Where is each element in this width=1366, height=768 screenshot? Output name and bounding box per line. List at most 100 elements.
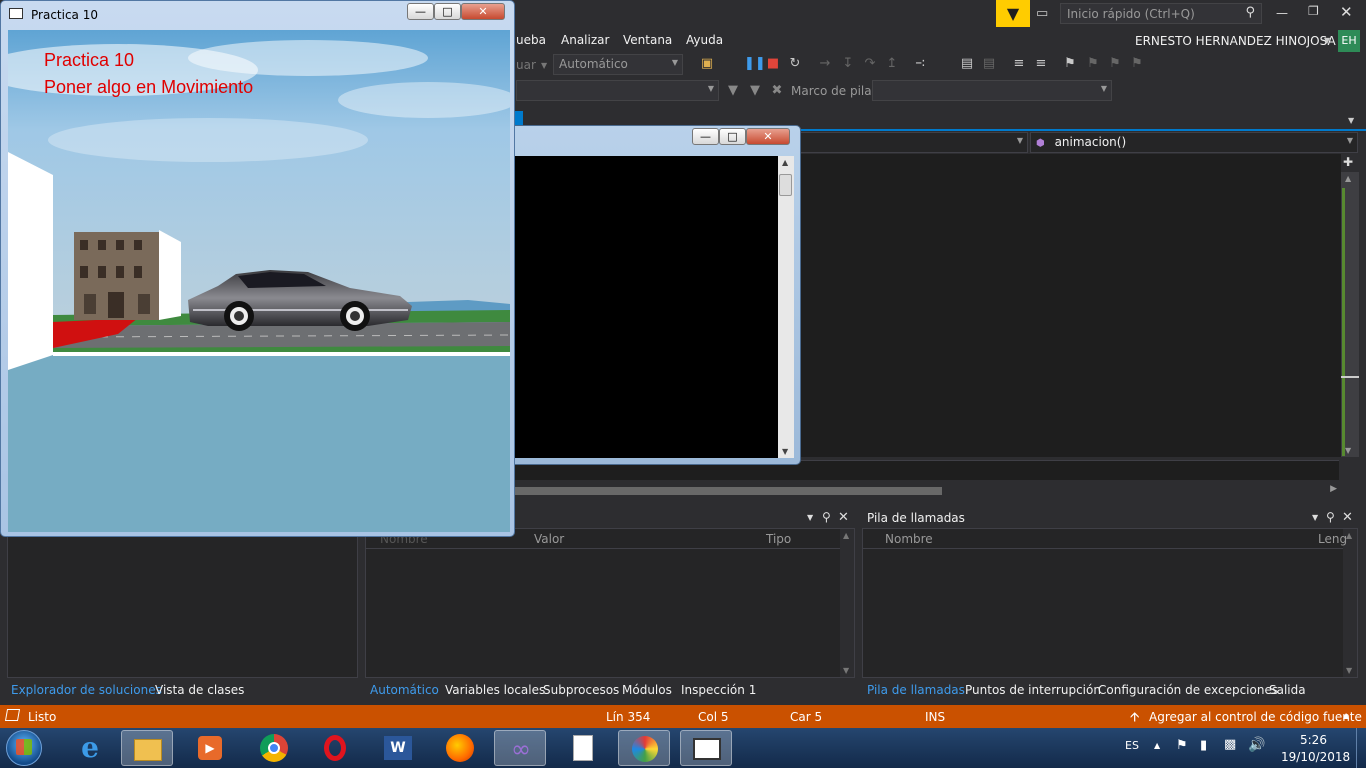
callstack-column-language[interactable]: Leng: [1318, 532, 1347, 546]
tab-solution-explorer[interactable]: Explorador de soluciones: [6, 680, 167, 700]
callstack-column-name[interactable]: Nombre: [885, 532, 933, 546]
scroll-up-icon[interactable]: ▲: [843, 531, 849, 540]
clock-time[interactable]: 5:26: [1300, 733, 1327, 747]
source-control-menu-icon[interactable]: ▲: [1343, 711, 1349, 720]
tab-exception-settings[interactable]: Configuración de excepciones: [1093, 680, 1283, 700]
taskbar-word[interactable]: W: [372, 730, 424, 766]
language-indicator[interactable]: ES: [1125, 739, 1139, 752]
editor-split-icon[interactable]: ✚: [1343, 155, 1357, 169]
gl-maximize-button[interactable]: □: [434, 3, 461, 20]
gl-viewport[interactable]: Practica 10 Poner algo en Movimiento: [8, 30, 510, 532]
stop-icon[interactable]: ■: [766, 57, 780, 71]
volume-icon[interactable]: 🔊: [1248, 737, 1265, 753]
network-signal-icon[interactable]: ▩: [1224, 737, 1236, 752]
step-out-icon[interactable]: ↥: [885, 57, 899, 71]
pause-icon[interactable]: ❚❚: [744, 57, 766, 71]
prev-bookmark-icon[interactable]: ⚑: [1086, 57, 1100, 71]
console-maximize-button[interactable]: □: [719, 128, 746, 145]
tab-output[interactable]: Salida: [1264, 680, 1311, 700]
console-close-button[interactable]: ✕: [746, 128, 790, 145]
taskbar-opengl-app[interactable]: [680, 730, 732, 766]
tab-threads[interactable]: Subprocesos: [538, 680, 624, 700]
thread-icon[interactable]: ▤: [960, 57, 974, 71]
action-center-flag-icon[interactable]: ⚑: [1176, 738, 1188, 753]
bookmark-icon[interactable]: ⚑: [1063, 57, 1077, 71]
feedback-icon[interactable]: ▭: [1036, 6, 1052, 21]
comment-icon[interactable]: ≡: [1012, 57, 1026, 71]
taskbar-blank-document[interactable]: [557, 730, 609, 766]
show-hidden-icons[interactable]: ▲: [1154, 741, 1160, 750]
member-dropdown[interactable]: ⬢ animacion() ▼: [1030, 132, 1358, 153]
hex-display-icon[interactable]: ∹: [913, 57, 927, 71]
scope-dropdown[interactable]: ▼: [800, 132, 1028, 153]
show-desktop-button[interactable]: [1356, 728, 1366, 768]
console-minimize-button[interactable]: —: [692, 128, 719, 145]
avatar[interactable]: EH: [1338, 30, 1360, 52]
source-control-up-icon[interactable]: 🡩: [1130, 708, 1139, 730]
taskbar-internet-explorer[interactable]: e: [64, 730, 116, 766]
menu-analizar[interactable]: Analizar: [561, 33, 609, 47]
menu-ayuda[interactable]: Ayuda: [686, 33, 723, 47]
scroll-up-icon[interactable]: ▲: [1345, 174, 1351, 183]
taskbar-file-explorer[interactable]: [121, 730, 173, 766]
taskbar-visual-studio[interactable]: ∞: [494, 730, 546, 766]
scroll-down-icon[interactable]: ▼: [1345, 446, 1351, 455]
tab-call-stack[interactable]: Pila de llamadas: [862, 680, 970, 700]
console-scroll-thumb[interactable]: [779, 174, 792, 196]
solution-config-dropdown[interactable]: Automático ▼: [553, 54, 683, 75]
autos-pin-icon[interactable]: ⚲: [822, 510, 831, 524]
callstack-scrollbar[interactable]: ▲ ▼: [1343, 529, 1357, 677]
step-over-icon[interactable]: ↷: [863, 57, 877, 71]
scroll-right-icon[interactable]: ▶: [1330, 484, 1337, 494]
process-dropdown[interactable]: ▼: [516, 80, 719, 101]
scroll-down-icon[interactable]: ▼: [843, 666, 849, 675]
taskbar-opera[interactable]: [310, 730, 362, 766]
callstack-close-icon[interactable]: ✕: [1342, 510, 1353, 525]
editor-horizontal-scrollbar[interactable]: ▶: [513, 483, 1341, 499]
tab-modules[interactable]: Módulos: [617, 680, 677, 700]
quick-launch-box[interactable]: Inicio rápido (Ctrl+Q) ⚲: [1060, 3, 1262, 24]
vs-minimize-button[interactable]: —: [1276, 6, 1288, 20]
vs-restore-button[interactable]: ❐: [1308, 4, 1322, 18]
show-next-statement-icon[interactable]: →: [818, 57, 832, 71]
gl-minimize-button[interactable]: —: [407, 3, 434, 20]
callstack-pin-icon[interactable]: ⚲: [1326, 510, 1335, 524]
stack-frame-dropdown[interactable]: ▼: [872, 80, 1112, 101]
console-scrollbar[interactable]: ▲ ▼: [778, 156, 794, 458]
taskbar-firefox[interactable]: [434, 730, 486, 766]
clock-date[interactable]: 19/10/2018: [1281, 750, 1350, 764]
tab-watch-1[interactable]: Inspección 1: [676, 680, 761, 700]
menu-ventana[interactable]: Ventana: [623, 33, 672, 47]
uncomment-icon[interactable]: ≡: [1034, 57, 1048, 71]
scroll-down-icon[interactable]: ▼: [1346, 666, 1352, 675]
taskbar-media-player[interactable]: ▶: [184, 730, 236, 766]
vs-close-button[interactable]: ✕: [1340, 3, 1354, 21]
menu-prueba[interactable]: ueba: [516, 33, 546, 47]
editor-vertical-scrollbar[interactable]: ▲ ▼: [1341, 172, 1359, 457]
filter-threads-icon[interactable]: ▼: [748, 84, 762, 98]
gl-close-button[interactable]: ✕: [461, 3, 505, 20]
scroll-down-icon[interactable]: ▼: [782, 447, 788, 456]
format-icon[interactable]: ▤: [982, 57, 996, 71]
filter-icon[interactable]: ▼: [726, 84, 740, 98]
autos-dropdown-icon[interactable]: ▼: [807, 513, 813, 522]
step-into-icon[interactable]: ↧: [841, 57, 855, 71]
scroll-up-icon[interactable]: ▲: [782, 158, 788, 167]
restart-icon[interactable]: ↻: [788, 57, 802, 71]
attach-icon[interactable]: ▣: [700, 57, 714, 71]
clear-bookmarks-icon[interactable]: ⚑: [1130, 57, 1144, 71]
horizontal-scroll-thumb[interactable]: [513, 487, 942, 495]
callstack-dropdown-icon[interactable]: ▼: [1312, 513, 1318, 522]
device-icon[interactable]: ▮: [1200, 738, 1207, 753]
tab-locals[interactable]: Variables locales: [440, 680, 550, 700]
autos-column-type[interactable]: Tipo: [766, 532, 791, 546]
tab-overflow-icon[interactable]: ▼: [1348, 116, 1354, 125]
flag-off-icon[interactable]: ✖: [770, 84, 784, 98]
tab-autos[interactable]: Automático: [365, 680, 444, 700]
autos-scrollbar[interactable]: ▲ ▼: [840, 529, 854, 677]
notification-filter-icon[interactable]: ▼: [996, 0, 1030, 27]
user-name[interactable]: ERNESTO HERNANDEZ HINOJOSA: [1135, 34, 1336, 48]
user-dropdown-icon[interactable]: ▼: [1324, 36, 1330, 45]
source-control-button[interactable]: Agregar al control de código fuente: [1149, 710, 1362, 724]
next-bookmark-icon[interactable]: ⚑: [1108, 57, 1122, 71]
